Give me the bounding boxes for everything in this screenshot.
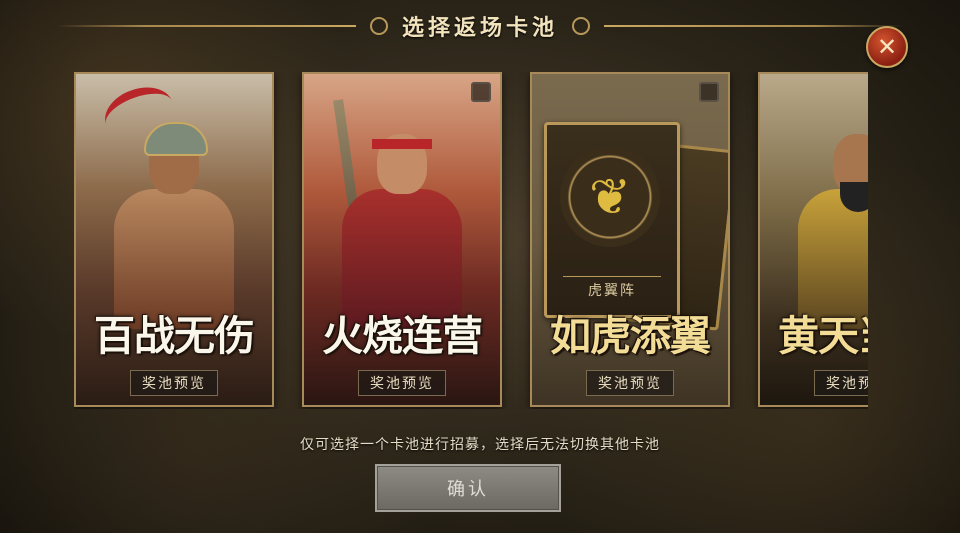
close-button[interactable]: ✕ — [866, 26, 908, 68]
title-ornament-left — [369, 17, 388, 35]
card-pool-1[interactable]: 百战无伤 奖池预览 — [74, 72, 274, 407]
card-title: 火烧连营 — [322, 312, 483, 360]
card-pool-4[interactable]: 黄天当立 奖池预览 — [758, 72, 868, 407]
page-title: 选择返场卡池 — [401, 16, 558, 41]
selection-hint: 仅可选择一个卡池进行招募，选择后无法切换其他卡池 — [300, 437, 660, 453]
card-title: 如虎添翼 — [550, 312, 711, 360]
hero-portrait — [333, 99, 462, 329]
select-checkbox[interactable] — [471, 82, 491, 102]
title-ornament-right — [572, 17, 590, 35]
title-divider-left — [55, 25, 356, 27]
card-title: 百战无伤 — [94, 312, 255, 360]
header: 选择返场卡池 — [0, 8, 960, 44]
card-pool-3[interactable]: ❦ 虎翼阵 如虎添翼 奖池预览 — [530, 72, 730, 407]
card-pool-list[interactable]: 百战无伤 奖池预览 火烧连营 奖池预览 ❦ 虎翼阵 如虎添翼 奖池预览 黄天当立… — [74, 72, 868, 409]
prize-preview-button[interactable]: 奖池预览 — [130, 370, 218, 396]
prize-preview-button[interactable]: 奖池预览 — [358, 370, 446, 396]
hero-portrait — [798, 104, 868, 329]
prize-preview-button[interactable]: 奖池预览 — [814, 370, 868, 396]
title-divider-right — [604, 25, 904, 27]
card-pool-2[interactable]: 火烧连营 奖池预览 — [302, 72, 502, 407]
select-checkbox[interactable] — [699, 82, 719, 102]
formation-card-label: 虎翼阵 — [563, 276, 661, 303]
confirm-button[interactable]: 确认 — [375, 464, 561, 512]
tiger-icon: ❦ — [560, 147, 660, 247]
card-title: 黄天当立 — [778, 312, 868, 360]
prize-preview-button[interactable]: 奖池预览 — [586, 370, 674, 396]
formation-card: ❦ 虎翼阵 — [544, 122, 680, 318]
close-icon: ✕ — [876, 33, 898, 61]
hero-portrait — [97, 78, 234, 329]
